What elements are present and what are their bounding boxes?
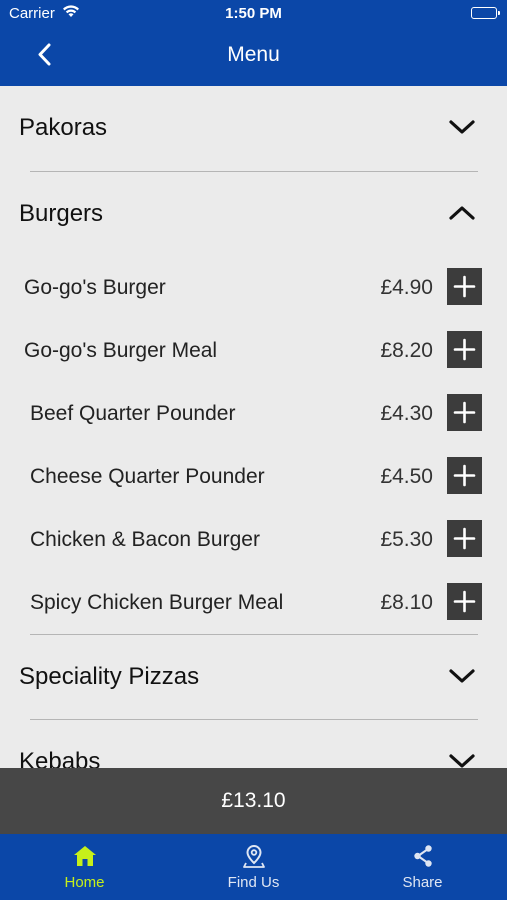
menu-item: Chicken & Bacon Burger £5.30 — [0, 512, 507, 568]
add-item-button[interactable] — [447, 394, 482, 431]
item-name: Spicy Chicken Burger Meal — [30, 591, 284, 614]
tab-bar: Home Find Us Share — [0, 834, 507, 900]
tab-label: Home — [64, 874, 105, 891]
plus-icon — [453, 338, 476, 361]
item-price: £8.10 — [380, 591, 433, 614]
plus-icon — [453, 275, 476, 298]
item-price: £4.50 — [380, 465, 433, 488]
item-name: Beef Quarter Pounder — [30, 402, 236, 425]
category-kebabs[interactable]: Kebabs — [0, 720, 507, 768]
add-item-button[interactable] — [447, 520, 482, 557]
menu-item: Cheese Quarter Pounder £4.50 — [0, 449, 507, 505]
add-item-button[interactable] — [447, 457, 482, 494]
add-item-button[interactable] — [447, 583, 482, 620]
status-bar: Carrier 1:50 PM — [0, 0, 507, 28]
chevron-down-icon — [449, 120, 475, 134]
add-item-button[interactable] — [447, 268, 482, 305]
menu-item: Go-go's Burger £4.90 — [0, 260, 507, 316]
category-speciality-pizzas[interactable]: Speciality Pizzas — [0, 635, 507, 715]
category-label: Pakoras — [19, 114, 108, 141]
page-title: Menu — [227, 43, 280, 66]
item-price: £8.20 — [380, 339, 433, 362]
basket-total: £13.10 — [221, 789, 286, 812]
category-pakoras[interactable]: Pakoras — [0, 86, 507, 166]
tab-share[interactable]: Share — [338, 834, 507, 900]
item-price: £4.90 — [380, 276, 433, 299]
category-label: Burgers — [19, 200, 104, 227]
tab-label: Share — [402, 874, 443, 891]
category-label: Kebabs — [19, 748, 101, 768]
menu-item: Go-go's Burger Meal £8.20 — [0, 323, 507, 379]
menu-item: Beef Quarter Pounder £4.30 — [0, 386, 507, 442]
share-icon — [414, 845, 432, 867]
home-icon — [74, 846, 96, 866]
category-burgers[interactable]: Burgers — [0, 172, 507, 252]
plus-icon — [453, 401, 476, 424]
plus-icon — [453, 464, 476, 487]
chevron-down-icon — [449, 669, 475, 683]
chevron-down-icon — [449, 754, 475, 768]
tab-home[interactable]: Home — [0, 834, 169, 900]
map-pin-icon — [243, 844, 265, 868]
item-name: Go-go's Burger Meal — [24, 339, 218, 362]
item-name: Chicken & Bacon Burger — [30, 528, 260, 551]
item-price: £5.30 — [380, 528, 433, 551]
plus-icon — [453, 527, 476, 550]
menu-item: Spicy Chicken Burger Meal £8.10 — [0, 575, 507, 631]
basket-total-bar[interactable]: £13.10 — [0, 768, 507, 834]
tab-label: Find Us — [227, 874, 280, 891]
add-item-button[interactable] — [447, 331, 482, 368]
plus-icon — [453, 590, 476, 613]
tab-find-us[interactable]: Find Us — [169, 834, 338, 900]
nav-bar: Menu — [0, 28, 507, 86]
menu-list[interactable]: Pakoras Burgers Go-go's Burger £4.90 Go-… — [0, 86, 507, 768]
category-label: Speciality Pizzas — [19, 663, 200, 690]
item-name: Go-go's Burger — [24, 276, 166, 299]
chevron-up-icon — [449, 206, 475, 220]
item-price: £4.30 — [380, 402, 433, 425]
clock: 1:50 PM — [225, 5, 282, 22]
battery-icon — [471, 7, 500, 19]
item-name: Cheese Quarter Pounder — [30, 465, 265, 488]
